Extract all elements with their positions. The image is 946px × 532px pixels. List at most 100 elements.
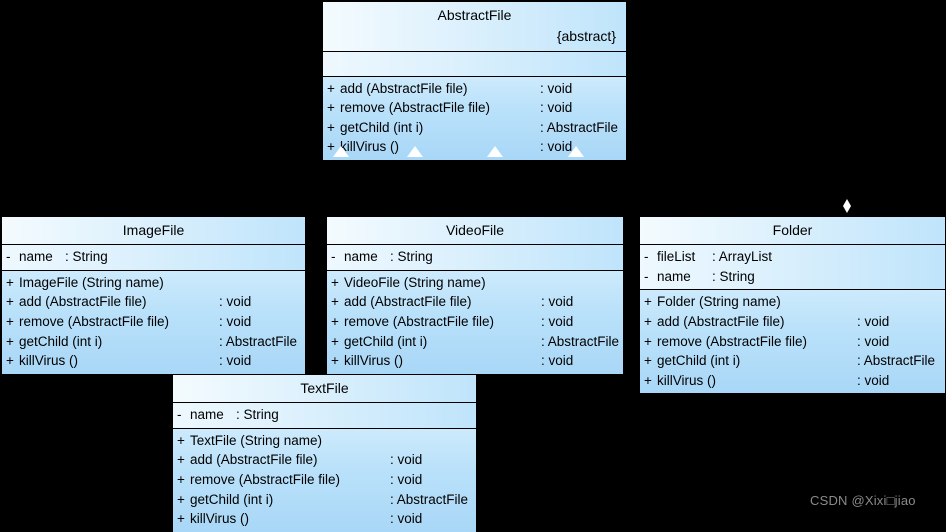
operation-signature: getChild (int i) xyxy=(190,491,274,507)
operation-type: : void xyxy=(390,511,423,527)
operation-type: : void xyxy=(540,80,573,96)
class-name-abstractfile: AbstractFile xyxy=(437,7,512,23)
operation-signature: remove (AbstractFile file) xyxy=(344,314,495,330)
operation-signature: remove (AbstractFile file) xyxy=(340,100,491,116)
operation-type: : void xyxy=(390,472,423,488)
visibility-marker: + xyxy=(6,314,14,330)
class-title-compartment-textfile: TextFile xyxy=(173,375,476,404)
operation-row: + getChild (int i) : AbstractFile xyxy=(644,351,941,371)
generalization-arrow-2 xyxy=(407,146,423,157)
visibility-marker: + xyxy=(327,80,335,96)
operation-type: : void xyxy=(857,333,890,349)
class-box-videofile[interactable]: VideoFile - name : String + VideoFile (S… xyxy=(326,216,624,374)
visibility-marker: + xyxy=(177,452,185,468)
visibility-marker: + xyxy=(331,274,339,290)
attribute-row: - fileList : ArrayList xyxy=(644,247,941,267)
operation-row: + remove (AbstractFile file) : void xyxy=(331,312,619,332)
operation-row: + getChild (int i) : AbstractFile xyxy=(331,332,619,352)
operation-signature: ImageFile (String name) xyxy=(19,274,164,290)
operation-signature: getChild (int i) xyxy=(19,333,103,349)
operation-signature: getChild (int i) xyxy=(657,353,741,369)
visibility-marker: + xyxy=(177,491,185,507)
operation-row: + remove (AbstractFile file) : void xyxy=(177,470,472,490)
operation-row: + killVirus () : void xyxy=(331,351,619,371)
operation-row: + ImageFile (String name) xyxy=(6,273,301,293)
aggregation-diamond xyxy=(843,199,851,213)
operation-type: : void xyxy=(857,372,890,388)
operation-type: : AbstractFile xyxy=(390,491,469,507)
operation-signature: getChild (int i) xyxy=(340,119,424,135)
operation-row: + remove (AbstractFile file) : void xyxy=(6,312,301,332)
operation-signature: Folder (String name) xyxy=(657,294,781,310)
attribute-type: : ArrayList xyxy=(712,249,773,265)
operation-row: + TextFile (String name) xyxy=(177,431,472,451)
operation-signature: add (AbstractFile file) xyxy=(340,80,468,96)
class-box-folder[interactable]: Folder - fileList : ArrayList - name : S… xyxy=(639,216,946,394)
class-stereotype-abstract: {abstract} xyxy=(556,28,616,45)
operation-signature: add (AbstractFile file) xyxy=(19,294,147,310)
operation-type: : void xyxy=(219,353,252,369)
operation-row: + Folder (String name) xyxy=(644,292,941,312)
visibility-marker: - xyxy=(331,249,336,265)
visibility-marker: + xyxy=(644,333,652,349)
class-attributes-compartment-imagefile: - name : String xyxy=(2,245,305,271)
visibility-marker: + xyxy=(6,353,14,369)
visibility-marker: - xyxy=(6,249,11,265)
operation-signature: killVirus () xyxy=(19,353,79,369)
class-box-textfile[interactable]: TextFile - name : String + TextFile (Str… xyxy=(172,374,477,532)
operation-row: + killVirus () : void xyxy=(6,351,301,371)
operation-type: : void xyxy=(390,452,423,468)
class-box-imagefile[interactable]: ImageFile - name : String + ImageFile (S… xyxy=(1,216,306,374)
operation-row: + getChild (int i) : AbstractFile xyxy=(6,332,301,352)
operation-type: : AbstractFile xyxy=(540,119,619,135)
operation-row: + remove (AbstractFile file) : void xyxy=(644,332,941,352)
visibility-marker: + xyxy=(331,353,339,369)
generalization-arrow-3 xyxy=(487,146,503,157)
class-name-imagefile: ImageFile xyxy=(122,222,185,238)
operation-row: + add (AbstractFile file) : void xyxy=(6,292,301,312)
class-operations-compartment-folder: + Folder (String name) + add (AbstractFi… xyxy=(640,290,945,394)
operation-type: : void xyxy=(857,314,890,330)
operation-signature: remove (AbstractFile file) xyxy=(657,333,808,349)
attribute-name: name xyxy=(190,407,224,423)
class-name-videofile: VideoFile xyxy=(445,222,505,238)
operation-signature: killVirus () xyxy=(344,353,404,369)
attribute-row: - name : String xyxy=(6,247,301,267)
class-attributes-compartment-folder: - fileList : ArrayList - name : String xyxy=(640,245,945,291)
visibility-marker: + xyxy=(331,294,339,310)
watermark-text: CSDN @Xixi□jiao xyxy=(810,493,916,508)
visibility-marker: + xyxy=(644,372,652,388)
operation-type: : void xyxy=(219,294,252,310)
operation-signature: VideoFile (String name) xyxy=(344,274,486,290)
attribute-row: - name : String xyxy=(177,405,472,425)
operation-row: + remove (AbstractFile file) : void xyxy=(327,98,622,118)
operation-row: + add (AbstractFile file) : void xyxy=(177,450,472,470)
operation-signature: add (AbstractFile file) xyxy=(190,452,318,468)
class-operations-compartment-textfile: + TextFile (String name) + add (Abstract… xyxy=(173,428,476,532)
operation-row: + add (AbstractFile file) : void xyxy=(644,312,941,332)
operation-row: + killVirus () : void xyxy=(644,371,941,391)
visibility-marker: + xyxy=(331,333,339,349)
operation-type: : void xyxy=(541,294,574,310)
generalization-arrow-1 xyxy=(333,146,349,157)
attribute-name: fileList xyxy=(657,249,696,265)
operation-signature: add (AbstractFile file) xyxy=(344,294,472,310)
operation-type: : AbstractFile xyxy=(219,333,298,349)
visibility-marker: + xyxy=(177,432,185,448)
attribute-type: : String xyxy=(712,268,755,284)
operation-row: + VideoFile (String name) xyxy=(331,273,619,293)
operation-row: + getChild (int i) : AbstractFile xyxy=(327,118,622,138)
class-box-abstractfile[interactable]: AbstractFile {abstract} + add (AbstractF… xyxy=(322,1,627,160)
visibility-marker: + xyxy=(327,119,335,135)
operation-signature: killVirus () xyxy=(340,139,400,155)
operation-signature: getChild (int i) xyxy=(344,333,428,349)
operation-type: : void xyxy=(541,353,574,369)
class-name-folder: Folder xyxy=(772,222,813,238)
operation-type: : AbstractFile xyxy=(857,353,936,369)
attribute-name: name xyxy=(657,268,691,284)
visibility-marker: - xyxy=(644,249,649,265)
visibility-marker: + xyxy=(6,294,14,310)
class-title-compartment-imagefile: ImageFile xyxy=(2,217,305,246)
visibility-marker: - xyxy=(177,407,182,423)
generalization-arrow-4 xyxy=(568,146,584,157)
